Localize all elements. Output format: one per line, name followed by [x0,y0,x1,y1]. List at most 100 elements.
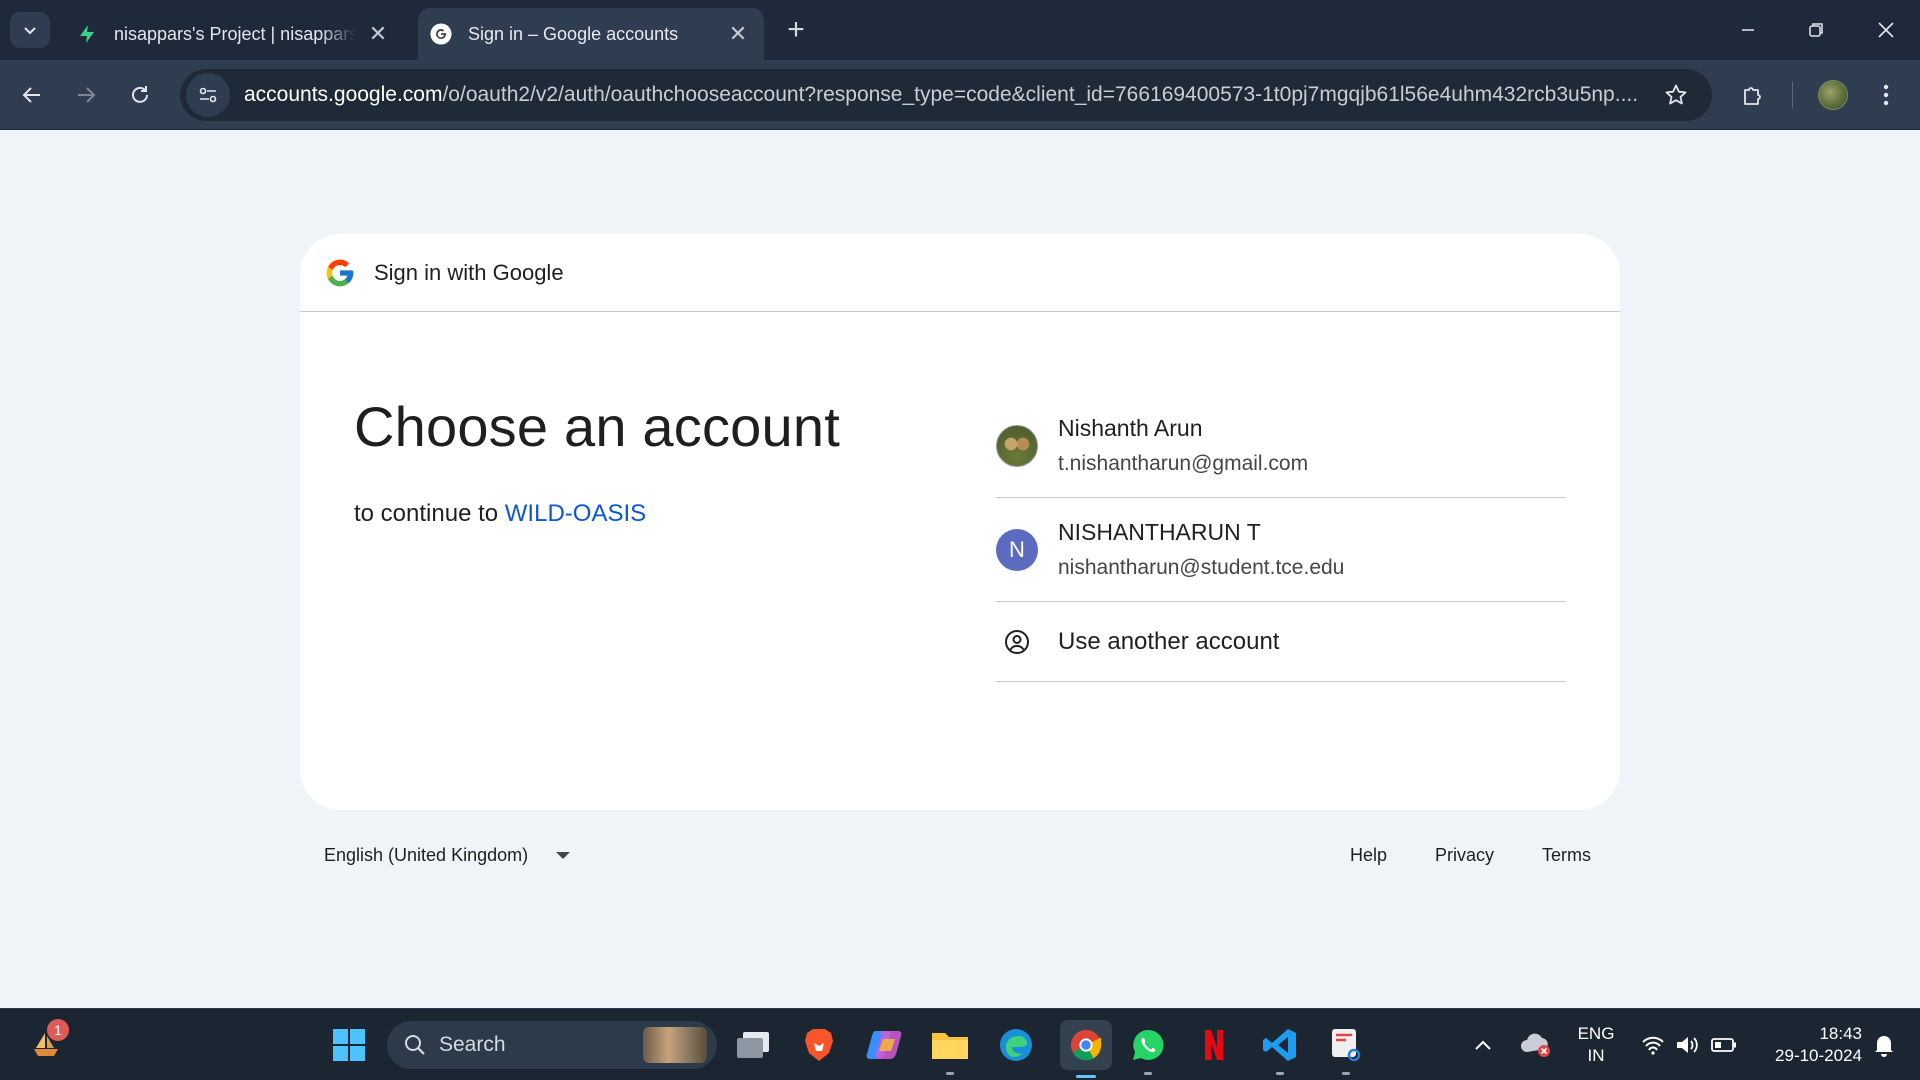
windows-logo-icon [333,1029,365,1061]
tab-search-button[interactable] [10,12,50,48]
tab-google-sign-in[interactable]: Sign in – Google accounts ✕ [418,8,764,60]
caret-down-icon [556,852,571,859]
snipping-tool-app[interactable] [1324,1023,1368,1075]
account-item-nishanth-arun[interactable]: Nishanth Arun t.nishantharun@gmail.com [996,394,1566,498]
chevron-up-icon [1475,1040,1491,1050]
profile-button[interactable] [1813,75,1853,115]
battery-icon [1711,1038,1736,1052]
account-avatar-photo [996,424,1038,467]
taskbar-search[interactable]: Search [387,1021,717,1069]
task-view-icon [737,1032,769,1058]
volume-icon [1677,1037,1698,1053]
onedrive-status[interactable] [1516,1023,1556,1067]
reload-button[interactable] [120,75,160,115]
language-label: English (United Kingdom) [324,845,529,865]
running-indicator [946,1072,954,1075]
show-hidden-icons-button[interactable] [1468,1023,1498,1067]
start-button[interactable] [327,1023,371,1067]
puzzle-icon [1744,87,1761,105]
input-language-indicator[interactable]: ENG IN [1572,1023,1620,1067]
folder-icon [932,1033,968,1059]
arrow-left-icon [22,87,40,103]
search-icon [405,1035,425,1055]
tab-strip: nisappars's Project | nisappars's ✕ Sign… [0,0,1920,60]
quick-settings-button[interactable] [1634,1023,1744,1067]
running-indicator [1144,1072,1152,1075]
tab-supabase-project[interactable]: nisappars's Project | nisappars's ✕ [64,8,404,60]
vscode-app[interactable] [1258,1023,1302,1075]
bookmark-button[interactable] [1656,75,1696,115]
extensions-button[interactable] [1733,75,1773,115]
bell-icon [1875,1036,1893,1057]
clock-date: 29-10-2024 [1775,1046,1862,1065]
minimize-icon [1742,29,1754,31]
account-name: NISHANTHARUN T [1058,519,1261,545]
clock[interactable]: 18:43 29-10-2024 [1752,1023,1862,1067]
url-text[interactable]: accounts.google.com/o/oauth2/v2/auth/oau… [244,83,1656,107]
help-link[interactable]: Help [1350,845,1387,866]
close-tab-icon[interactable]: ✕ [724,20,752,48]
account-name: Nishanth Arun [1058,415,1203,441]
page-title: Choose an account [354,395,840,458]
search-label: Search [439,1033,506,1056]
brave-lion-icon [805,1029,833,1061]
netflix-app[interactable] [1192,1023,1236,1067]
minimize-window-button[interactable] [1728,10,1768,50]
arrow-right-icon [78,87,96,103]
account-item-nishantharun-t[interactable]: N NISHANTHARUN T nishantharun@student.tc… [996,498,1566,602]
card-header-text: Sign in with Google [374,259,564,285]
new-tab-button[interactable]: + [780,13,812,46]
running-indicator [1342,1072,1350,1075]
brave-browser-app[interactable] [797,1023,841,1067]
notifications-button[interactable] [1866,1023,1902,1067]
terms-link[interactable]: Terms [1542,845,1591,866]
snipping-tool-icon [1332,1029,1361,1062]
close-tab-icon[interactable]: ✕ [364,20,392,48]
app-name-link[interactable]: WILD-OASIS [505,500,646,527]
account-avatar-letter: N [996,528,1038,571]
region-code: IN [1587,1046,1605,1065]
task-view-button[interactable] [731,1023,775,1067]
forward-button[interactable] [66,75,106,115]
privacy-link[interactable]: Privacy [1435,845,1494,866]
address-bar[interactable]: accounts.google.com/o/oauth2/v2/auth/oau… [180,69,1712,121]
site-info-button[interactable] [186,73,230,117]
continue-prefix: to continue to [354,500,499,527]
star-icon [1665,84,1687,105]
reload-icon [132,86,148,103]
notification-badge: 1 [47,1019,69,1041]
browser-toolbar: accounts.google.com/o/oauth2/v2/auth/oau… [0,60,1920,130]
restore-window-button[interactable] [1796,10,1836,50]
use-another-account-button[interactable]: Use another account [996,602,1566,682]
more-vertical-icon [1883,84,1889,106]
back-button[interactable] [12,75,52,115]
language-selector[interactable]: English (United Kingdom) [324,845,571,866]
profile-avatar [1818,80,1848,110]
toolbar-divider [1792,82,1793,108]
google-logo-icon [326,259,354,286]
copilot-app[interactable] [862,1023,906,1067]
chevron-down-icon [24,27,36,35]
clock-time: 18:43 [1819,1024,1862,1043]
search-highlight-image [643,1027,707,1063]
sign-in-card: Sign in with Google Choose an account to… [300,234,1620,810]
restore-icon [1809,23,1823,37]
continue-to-text: to continue to WILD-OASIS [354,500,646,528]
close-window-button[interactable] [1866,10,1906,50]
chrome-app[interactable] [1060,1020,1112,1078]
whatsapp-icon [1133,1029,1164,1060]
account-circle-icon [996,621,1038,663]
copilot-icon [866,1031,902,1059]
tab-title: nisappars's Project | nisappars's [114,23,356,44]
card-header: Sign in with Google [300,234,1620,312]
tab-title: Sign in – Google accounts [468,23,679,44]
browser-menu-button[interactable] [1866,75,1906,115]
whatsapp-app[interactable] [1126,1023,1170,1075]
account-email: nishantharun@student.tce.edu [1058,556,1345,579]
supabase-bolt-icon [76,23,98,45]
tune-icon [199,87,217,103]
edge-app[interactable] [994,1023,1038,1067]
file-explorer-app[interactable] [928,1023,972,1075]
account-list: Nishanth Arun t.nishantharun@gmail.com N… [996,394,1566,682]
footer-links: Help Privacy Terms [1350,845,1639,866]
